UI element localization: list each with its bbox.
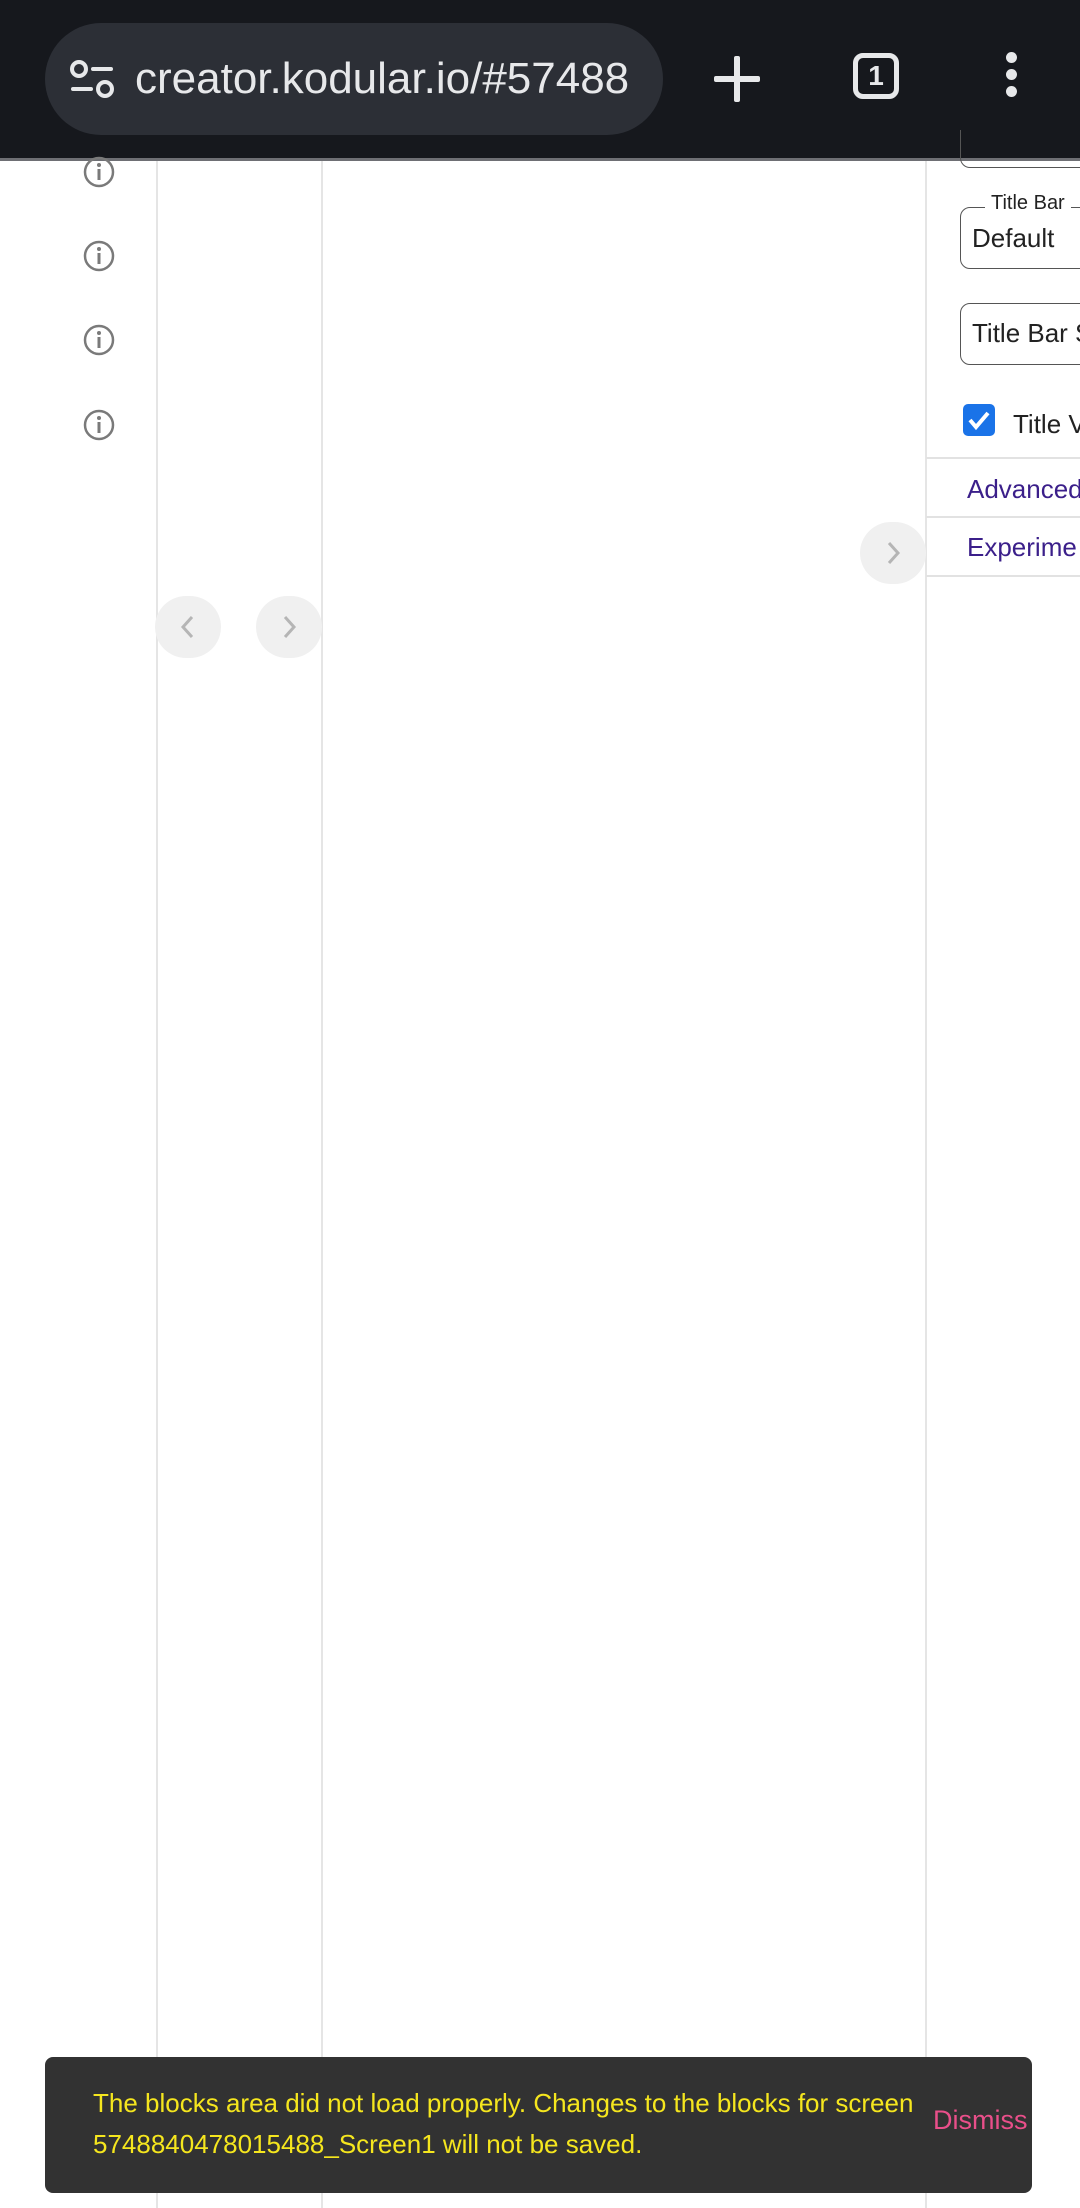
info-icon[interactable]: [82, 239, 116, 273]
title-bar-value: Default: [972, 223, 1055, 253]
title-visible-label: Title V: [1013, 409, 1080, 439]
toolbar-divider: [0, 158, 1080, 161]
advanced-section-link[interactable]: Advanced: [967, 474, 1080, 505]
site-settings-icon[interactable]: [67, 55, 117, 105]
experimental-section-link[interactable]: Experime: [967, 532, 1077, 563]
expand-right-button[interactable]: [256, 596, 322, 658]
info-icon[interactable]: [82, 155, 116, 189]
chevron-right-icon: [283, 615, 297, 639]
address-bar[interactable]: creator.kodular.io/#57488: [45, 23, 663, 135]
new-tab-icon[interactable]: [712, 54, 762, 104]
browser-toolbar: creator.kodular.io/#57488 1: [0, 0, 1080, 158]
section-divider: [926, 516, 1080, 518]
chevron-right-icon: [887, 541, 901, 565]
tab-switcher-button[interactable]: 1: [853, 53, 899, 99]
more-menu-icon[interactable]: [996, 52, 1026, 106]
title-bar-text-value: Title Bar S: [972, 318, 1080, 348]
dismiss-button[interactable]: Dismiss: [933, 2105, 1028, 2136]
url-text[interactable]: creator.kodular.io/#57488: [135, 23, 645, 135]
property-field-partial[interactable]: [960, 130, 1080, 168]
section-divider: [926, 575, 1080, 577]
chevron-left-icon: [180, 615, 194, 639]
error-snackbar: The blocks area did not load properly. C…: [45, 2057, 1032, 2193]
expand-properties-button[interactable]: [860, 522, 926, 584]
checkmark-icon: [968, 411, 990, 431]
collapse-left-button[interactable]: [155, 596, 221, 658]
palette-divider: [156, 161, 158, 2208]
info-icon[interactable]: [82, 408, 116, 442]
title-visible-checkbox[interactable]: [963, 404, 995, 436]
info-icon[interactable]: [82, 323, 116, 357]
viewer-divider-left: [321, 161, 323, 2208]
viewer-divider-right: [925, 161, 927, 2208]
snackbar-message: The blocks area did not load properly. C…: [93, 2088, 914, 2159]
section-divider: [926, 457, 1080, 459]
title-bar-legend: Title Bar: [985, 192, 1071, 215]
